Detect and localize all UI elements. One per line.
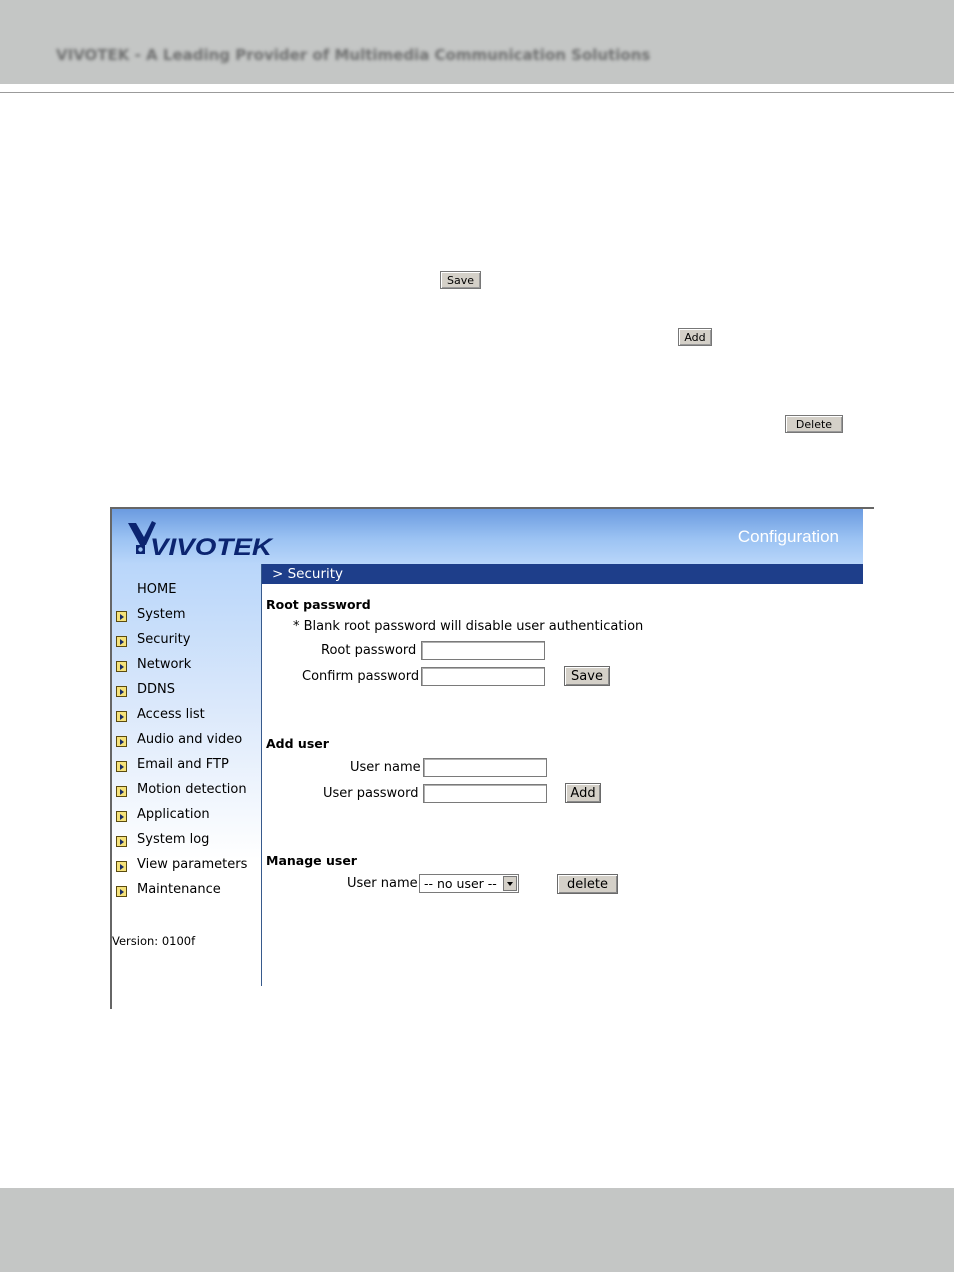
arrow-right-icon (116, 886, 127, 897)
user-name-label: User name (350, 760, 421, 775)
arrow-right-icon (116, 736, 127, 747)
doc-delete-button: Delete (785, 415, 843, 433)
user-name-field[interactable] (423, 758, 547, 777)
save-button[interactable]: Save (564, 666, 610, 686)
doc-add-button: Add (678, 328, 712, 346)
sidebar-item-label: Security (137, 632, 191, 647)
arrow-right-icon (116, 636, 127, 647)
page-header-band: VIVOTEK - A Leading Provider of Multimed… (0, 0, 954, 84)
section-title: > Security (262, 564, 863, 584)
doc-save-button: Save (440, 271, 481, 289)
sidebar-item-system[interactable]: System (112, 605, 262, 625)
config-banner: VIVOTEK Configuration (112, 509, 863, 564)
arrow-right-icon (116, 711, 127, 722)
sidebar-item-ddns[interactable]: DDNS (112, 680, 262, 700)
arrow-right-icon (116, 661, 127, 672)
arrow-right-icon (116, 811, 127, 822)
sidebar-item-label: Audio and video (137, 732, 243, 747)
user-select[interactable]: -- no user -- (419, 874, 519, 893)
sidebar-item-security[interactable]: Security (112, 630, 262, 650)
sidebar-item-label: Maintenance (137, 882, 221, 897)
arrow-right-icon (116, 611, 127, 622)
sidebar-item-label: System (137, 607, 186, 622)
user-select-value: -- no user -- (424, 876, 497, 891)
sidebar-item-label: Motion detection (137, 782, 247, 797)
config-screenshot: VIVOTEK Configuration HOME System Securi… (110, 507, 874, 1009)
arrow-right-icon (116, 836, 127, 847)
sidebar-item-email-ftp[interactable]: Email and FTP (112, 755, 262, 775)
svg-text:VIVOTEK: VIVOTEK (150, 534, 274, 559)
root-password-heading: Root password (266, 597, 371, 612)
user-password-field[interactable] (423, 784, 547, 803)
vivotek-logo: VIVOTEK (128, 521, 274, 559)
root-password-note: * Blank root password will disable user … (293, 619, 644, 634)
chevron-down-icon[interactable] (503, 876, 517, 891)
sidebar-item-label: Access list (137, 707, 205, 722)
sidebar-item-system-log[interactable]: System log (112, 830, 262, 850)
sidebar-item-label: View parameters (137, 857, 248, 872)
arrow-right-icon (116, 861, 127, 872)
confirm-password-field[interactable] (421, 667, 545, 686)
arrow-right-icon (116, 761, 127, 772)
security-panel: > Security Root password * Blank root pa… (262, 564, 863, 986)
sidebar-item-label: Network (137, 657, 192, 672)
sidebar-item-home[interactable]: HOME (112, 580, 262, 600)
sidebar-item-network[interactable]: Network (112, 655, 262, 675)
root-password-label: Root password (321, 643, 417, 658)
sidebar-item-label: HOME (137, 582, 177, 597)
sidebar: HOME System Security Network DDNS Access… (112, 564, 262, 986)
sidebar-item-view-parameters[interactable]: View parameters (112, 855, 262, 875)
delete-user-button[interactable]: delete (557, 874, 618, 894)
header-divider (0, 92, 954, 93)
add-user-button[interactable]: Add (565, 783, 601, 803)
root-password-field[interactable] (421, 641, 545, 660)
sidebar-item-access-list[interactable]: Access list (112, 705, 262, 725)
sidebar-item-label: Email and FTP (137, 757, 229, 772)
manage-user-heading: Manage user (266, 853, 357, 868)
add-user-heading: Add user (266, 736, 329, 751)
sidebar-item-audio-video[interactable]: Audio and video (112, 730, 262, 750)
sidebar-item-label: DDNS (137, 682, 175, 697)
arrow-right-icon (116, 686, 127, 697)
user-password-label: User password (323, 786, 419, 801)
confirm-password-label: Confirm password (302, 669, 420, 684)
sidebar-item-motion-detection[interactable]: Motion detection (112, 780, 262, 800)
arrow-right-icon (116, 786, 127, 797)
page-footer-band (0, 1188, 954, 1272)
config-title: Configuration (737, 527, 839, 546)
version-text: Version: 0100f (112, 934, 196, 948)
sidebar-item-label: Application (137, 807, 210, 822)
sidebar-item-label: System log (137, 832, 210, 847)
sidebar-item-application[interactable]: Application (112, 805, 262, 825)
page-header-text: VIVOTEK - A Leading Provider of Multimed… (56, 46, 651, 64)
sidebar-item-maintenance[interactable]: Maintenance (112, 880, 262, 900)
manage-user-name-label: User name (347, 876, 418, 891)
